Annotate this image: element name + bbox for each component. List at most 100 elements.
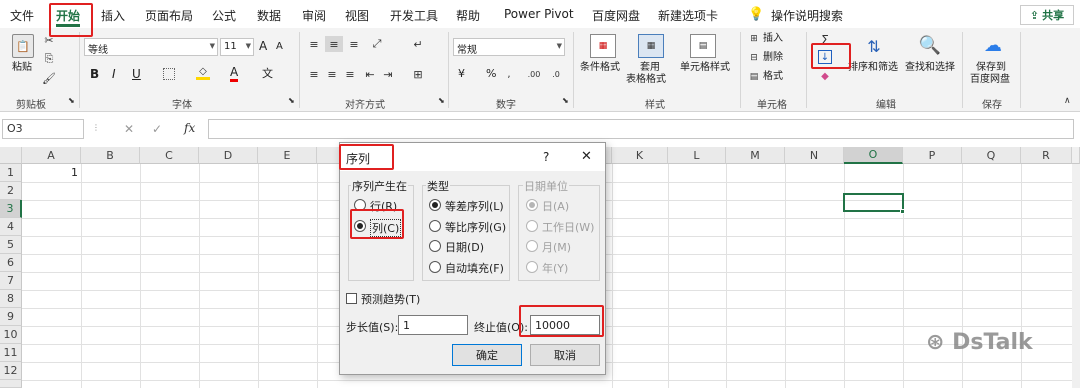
phonetic-icon[interactable]: 文 (262, 68, 273, 80)
radio-rows[interactable] (354, 199, 366, 211)
insert-cells-label[interactable]: 插入 (763, 33, 783, 45)
column-header[interactable]: R (1021, 147, 1072, 164)
baidu-cloud-icon[interactable]: ☁ (980, 32, 1006, 58)
active-cell-O3[interactable] (843, 193, 904, 212)
align-center-icon[interactable]: ≡ (325, 68, 339, 81)
radio-linear-label[interactable]: 等差序列(L) (445, 198, 504, 214)
align-right-icon[interactable]: ≡ (343, 68, 357, 81)
increase-decimal-icon[interactable]: .00 (526, 68, 542, 80)
radio-month[interactable] (526, 240, 538, 252)
font-color-icon[interactable]: A (230, 66, 239, 82)
italic-button[interactable]: I (112, 68, 116, 80)
radio-day[interactable] (526, 199, 538, 211)
sort-filter-label[interactable]: 排序和筛选 (848, 62, 898, 74)
radio-linear[interactable] (429, 199, 441, 211)
trend-label[interactable]: 预测趋势(T) (361, 291, 420, 307)
decrease-indent-icon[interactable]: ⇤ (363, 68, 377, 81)
radio-date[interactable] (429, 240, 441, 252)
orientation-icon[interactable]: ⤢ (369, 37, 385, 50)
autosum-icon[interactable]: Σ (818, 33, 832, 47)
row-header[interactable]: 7 (0, 272, 22, 290)
tab-data[interactable]: 数据 (257, 7, 281, 24)
cancel-button[interactable]: 取消 (530, 344, 600, 366)
column-header[interactable]: D (199, 147, 258, 164)
radio-columns[interactable] (354, 220, 366, 232)
column-header[interactable]: B (81, 147, 140, 164)
tab-review[interactable]: 审阅 (302, 7, 326, 24)
dialog-launcher-icon[interactable]: ⬊ (288, 96, 295, 105)
tab-baidu-netdisk[interactable]: 百度网盘 (592, 7, 640, 24)
formula-input[interactable] (208, 119, 1074, 139)
tab-view[interactable]: 视图 (345, 7, 369, 24)
save-to-label-1[interactable]: 保存到 (976, 62, 1006, 74)
share-button[interactable]: ⇪ 共享 (1020, 5, 1074, 25)
cancel-icon[interactable]: ✕ (124, 122, 134, 136)
radio-date-label[interactable]: 日期(D) (445, 239, 484, 255)
align-middle-icon[interactable]: ≡ (325, 36, 343, 52)
radio-columns-label[interactable]: 列(C) (370, 219, 402, 237)
format-as-table-label-1[interactable]: 套用 (640, 62, 660, 74)
scrollbar-top[interactable] (1072, 147, 1080, 164)
increase-indent-icon[interactable]: ⇥ (381, 68, 395, 81)
step-value-input[interactable]: 1 (398, 315, 468, 335)
radio-growth-label[interactable]: 等比序列(G) (445, 219, 506, 235)
currency-icon[interactable]: ¥ (458, 68, 465, 80)
enter-icon[interactable]: ✓ (152, 122, 162, 136)
column-header[interactable]: N (785, 147, 844, 164)
column-header[interactable]: E (258, 147, 317, 164)
sort-filter-icon[interactable]: ⇅ (862, 34, 886, 58)
format-as-table-label-2[interactable]: 表格格式 (626, 74, 666, 86)
paste-icon[interactable]: 📋 (12, 34, 34, 58)
shrink-font-icon[interactable]: A (276, 41, 283, 53)
row-header[interactable]: 2 (0, 182, 22, 200)
select-all-corner[interactable] (0, 147, 22, 164)
format-cells-label[interactable]: 格式 (763, 71, 783, 83)
fill-color-icon[interactable]: ◇ (196, 66, 210, 80)
dialog-launcher-icon[interactable]: ⬊ (438, 96, 445, 105)
row-header-selected[interactable]: 3 (0, 200, 22, 218)
help-button[interactable]: ? (543, 150, 549, 164)
tab-formulas[interactable]: 公式 (212, 7, 236, 24)
cell-styles-label[interactable]: 单元格样式 (680, 62, 730, 74)
tab-file[interactable]: 文件 (10, 7, 34, 24)
fill-handle[interactable] (900, 209, 905, 214)
column-header[interactable]: M (726, 147, 785, 164)
align-top-icon[interactable]: ≡ (307, 38, 321, 51)
cell-A1[interactable]: 1 (22, 166, 78, 179)
trend-checkbox[interactable] (346, 293, 357, 304)
row-header[interactable]: 10 (0, 326, 22, 344)
radio-month-label[interactable]: 月(M) (542, 239, 571, 255)
format-painter-icon[interactable]: 🖌 (42, 71, 56, 85)
row-header[interactable]: 1 (0, 164, 22, 182)
column-header[interactable]: Q (962, 147, 1021, 164)
save-to-label-2[interactable]: 百度网盘 (970, 74, 1010, 86)
format-cells-icon[interactable]: ▤ (748, 71, 760, 83)
radio-rows-label[interactable]: 行(R) (370, 198, 397, 214)
dialog-launcher-icon[interactable]: ⬊ (562, 96, 569, 105)
tab-new-tab[interactable]: 新建选项卡 (658, 7, 718, 24)
radio-autofill[interactable] (429, 261, 441, 273)
column-header[interactable]: K (612, 147, 668, 164)
format-as-table-icon[interactable]: ▦ (638, 34, 664, 58)
collapse-ribbon-icon[interactable]: ∧ (1064, 96, 1071, 106)
decrease-decimal-icon[interactable]: .0 (548, 68, 564, 80)
column-header[interactable]: L (668, 147, 726, 164)
clear-icon[interactable]: ◆ (818, 70, 832, 82)
radio-day-label[interactable]: 日(A) (542, 198, 569, 214)
radio-autofill-label[interactable]: 自动填充(F) (445, 260, 504, 276)
borders-icon[interactable] (163, 68, 175, 80)
row-header[interactable]: 11 (0, 344, 22, 362)
wrap-text-icon[interactable]: ↵ (410, 38, 426, 51)
row-header[interactable]: 9 (0, 308, 22, 326)
conditional-format-label[interactable]: 条件格式 (580, 62, 620, 74)
copy-icon[interactable]: ⎘ (42, 52, 56, 66)
find-select-icon[interactable]: 🔍 (918, 32, 942, 58)
close-button[interactable]: ✕ (581, 149, 592, 164)
row-header[interactable]: 12 (0, 362, 22, 380)
percent-icon[interactable]: % (486, 68, 496, 80)
row-header[interactable]: 8 (0, 290, 22, 308)
column-header[interactable]: C (140, 147, 199, 164)
column-header-selected[interactable]: O (844, 147, 903, 164)
font-size-combo[interactable]: 11 ▼ (220, 38, 254, 56)
bold-button[interactable]: B (90, 68, 99, 80)
